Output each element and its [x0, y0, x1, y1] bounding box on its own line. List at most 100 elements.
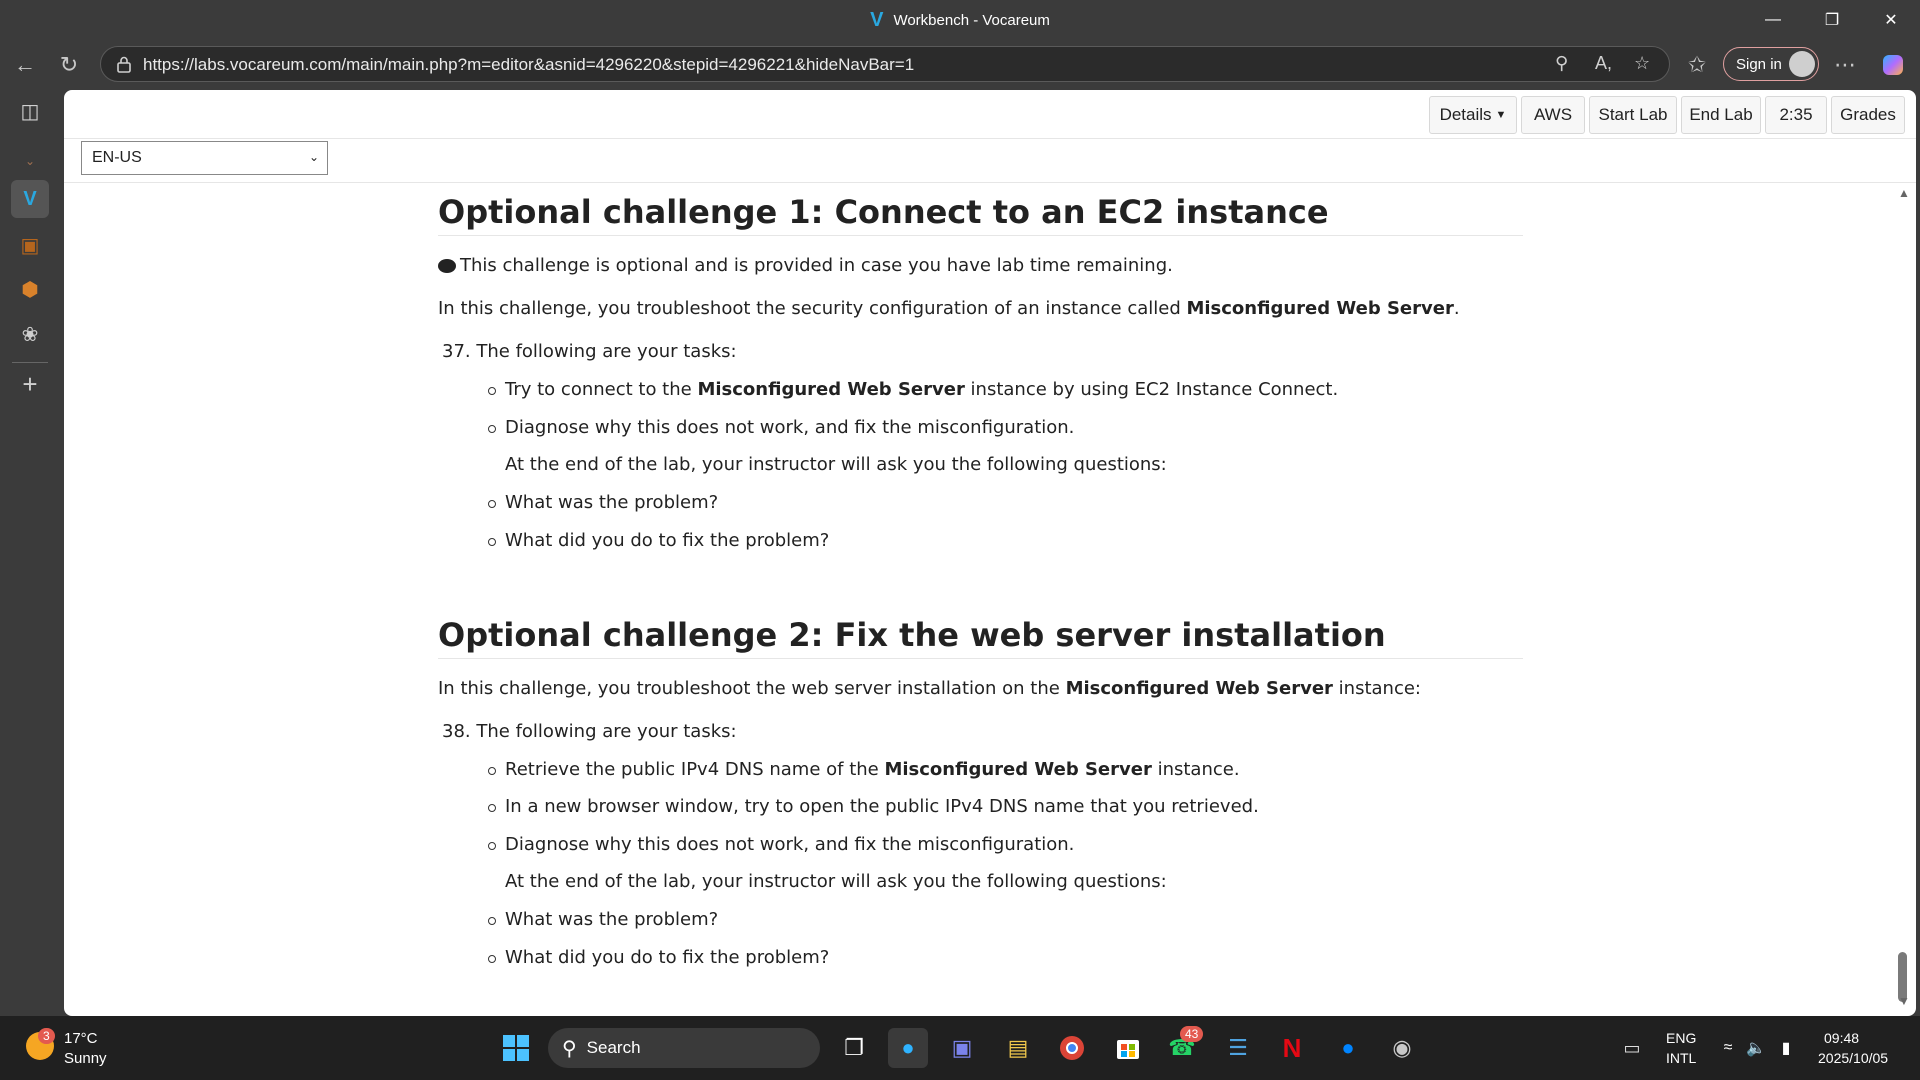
messenger-icon[interactable]: ●: [1328, 1028, 1368, 1068]
favorite-star-icon[interactable]: ☆: [1634, 53, 1650, 74]
list-text: Try to connect to the: [505, 379, 698, 400]
edge-browser-icon[interactable]: ●: [888, 1028, 928, 1068]
search-icon: ⚲: [562, 1037, 577, 1060]
weather-badge: 3: [38, 1028, 55, 1044]
tab-actions-icon[interactable]: ◫: [11, 92, 49, 130]
questions-intro: At the end of the lab, your instructor w…: [505, 871, 1167, 892]
restore-button[interactable]: ❐: [1803, 0, 1861, 40]
sign-in-label: Sign in: [1736, 55, 1782, 73]
list-item: Retrieve the public IPv4 DNS name of the…: [488, 759, 1240, 780]
details-label: Details: [1439, 105, 1492, 124]
task-38: 38. The following are your tasks:: [442, 721, 737, 742]
windows-start-icon[interactable]: [496, 1028, 536, 1068]
camera-icon[interactable]: ◉: [1382, 1028, 1422, 1068]
grades-button[interactable]: Grades: [1831, 96, 1905, 134]
caret-down-icon: ▼: [1495, 109, 1507, 121]
scrollbar[interactable]: ▲ ▼: [1894, 182, 1916, 1016]
touch-keyboard-icon[interactable]: ▭: [1612, 1028, 1652, 1068]
task-label: The following are your tasks:: [476, 341, 737, 362]
intro-text: In this challenge, you troubleshoot the …: [438, 678, 1066, 699]
window-title-text: Workbench - Vocareum: [893, 11, 1050, 29]
list-item: Try to connect to the Misconfigured Web …: [487, 379, 1339, 400]
zoom-icon[interactable]: ⚲: [1555, 53, 1568, 74]
more-icon[interactable]: ⋯: [1828, 48, 1862, 82]
chrome-icon[interactable]: [1052, 1028, 1092, 1068]
input-language-bottom[interactable]: INTL: [1666, 1050, 1696, 1066]
questions-intro: At the end of the lab, your instructor w…: [505, 454, 1167, 475]
minimize-button[interactable]: —: [1744, 0, 1802, 40]
start-lab-button[interactable]: Start Lab: [1589, 96, 1677, 134]
close-button[interactable]: ✕: [1862, 0, 1920, 40]
refresh-icon[interactable]: ↻: [52, 48, 86, 82]
task-number: 38.: [442, 721, 471, 742]
aws-button[interactable]: AWS: [1521, 96, 1585, 134]
copilot-icon[interactable]: [1876, 48, 1910, 82]
instance-name: Misconfigured Web Server: [884, 759, 1152, 780]
input-language-top[interactable]: ENG: [1666, 1030, 1696, 1046]
tab-icon[interactable]: ▣: [11, 226, 49, 264]
netflix-icon[interactable]: N: [1272, 1028, 1312, 1068]
intro-text-end: .: [1453, 298, 1460, 319]
taskbar-search[interactable]: ⚲ Search: [548, 1028, 820, 1068]
notepad-icon[interactable]: ☰: [1218, 1028, 1258, 1068]
aws-cube-icon[interactable]: ⬢: [11, 270, 49, 308]
browser-toolbar: ← ↻ https://labs.vocareum.com/main/main.…: [0, 40, 1920, 90]
vocareum-tab-icon[interactable]: V: [11, 180, 49, 218]
list-item: Diagnose why this does not work, and fix…: [487, 834, 1075, 855]
teams-icon[interactable]: ▣: [942, 1028, 982, 1068]
list-text: Retrieve the public IPv4 DNS name of the: [505, 759, 885, 780]
task-label: The following are your tasks:: [476, 721, 737, 742]
lab-toolbar: Details ▼ AWS Start Lab End Lab 2:35 Gra…: [64, 90, 1916, 139]
url-text: https://labs.vocareum.com/main/main.php?…: [143, 55, 915, 74]
list-item: Diagnose why this does not work, and fix…: [487, 417, 1075, 438]
lock-icon: [117, 56, 131, 73]
vocareum-logo-icon: V: [870, 8, 884, 31]
clock-date[interactable]: 2025/10/05: [1818, 1050, 1888, 1066]
list-text-end: instance by using EC2 Instance Connect.: [964, 379, 1339, 400]
instance-name: Misconfigured Web Server: [1186, 298, 1454, 319]
intro-text: In this challenge, you troubleshoot the …: [438, 298, 1187, 319]
scroll-down-icon[interactable]: ▼: [1898, 994, 1910, 1008]
note-text: This challenge is optional and is provid…: [460, 255, 1173, 276]
instance-name: Misconfigured Web Server: [1065, 678, 1333, 699]
page-content: Details ▼ AWS Start Lab End Lab 2:35 Gra…: [64, 90, 1916, 1016]
challenge-1-note: This challenge is optional and is provid…: [438, 255, 1173, 276]
chevron-down-icon[interactable]: ⌄: [11, 142, 49, 180]
scroll-up-icon[interactable]: ▲: [1898, 186, 1910, 200]
challenge-1-heading: Optional challenge 1: Connect to an EC2 …: [438, 193, 1523, 236]
avatar: [1789, 51, 1815, 77]
list-text-end: instance.: [1151, 759, 1240, 780]
file-explorer-icon[interactable]: ▤: [998, 1028, 1038, 1068]
back-icon[interactable]: ←: [8, 48, 42, 82]
add-tab-icon[interactable]: +: [11, 365, 49, 403]
clock-time[interactable]: 09:48: [1824, 1030, 1859, 1046]
battery-icon[interactable]: ▮: [1766, 1028, 1806, 1068]
windows-taskbar: 3 17°C Sunny ⚲ Search ❐ ● ▣ ▤ ☎ 43 ☰ N ●…: [0, 1016, 1920, 1080]
list-item: What was the problem?: [487, 909, 719, 930]
address-bar[interactable]: https://labs.vocareum.com/main/main.php?…: [100, 46, 1670, 82]
read-aloud-icon[interactable]: A,: [1595, 53, 1612, 74]
weather-desc[interactable]: Sunny: [64, 1050, 107, 1067]
task-number: 37.: [442, 341, 471, 362]
challenge-2-heading: Optional challenge 2: Fix the web server…: [438, 616, 1523, 659]
favorites-icon[interactable]: ✩: [1680, 48, 1714, 82]
speech-bubble-icon: [438, 259, 456, 273]
list-item: In a new browser window, try to open the…: [488, 796, 1259, 817]
chevron-down-icon: ⌄: [308, 150, 319, 164]
sign-in-button[interactable]: Sign in: [1723, 47, 1819, 81]
challenge-2-intro: In this challenge, you troubleshoot the …: [438, 678, 1421, 699]
task-view-icon[interactable]: ❐: [834, 1028, 874, 1068]
weather-temp[interactable]: 17°C: [64, 1030, 98, 1047]
language-select[interactable]: EN-US ⌄: [81, 141, 328, 175]
timer-display: 2:35: [1765, 96, 1827, 134]
search-label: Search: [586, 1038, 641, 1057]
edge-sidebar: ◫ ⌄ V ▣ ⬢ ❀ +: [0, 90, 60, 1016]
intro-text-end: instance:: [1332, 678, 1421, 699]
whatsapp-badge: 43: [1180, 1026, 1204, 1042]
list-item: What did you do to fix the problem?: [487, 947, 830, 968]
microsoft-store-icon[interactable]: [1108, 1028, 1148, 1068]
openai-icon[interactable]: ❀: [11, 315, 49, 353]
end-lab-button[interactable]: End Lab: [1681, 96, 1761, 134]
window-title: V Workbench - Vocareum: [0, 0, 1920, 40]
details-button[interactable]: Details ▼: [1429, 96, 1517, 134]
